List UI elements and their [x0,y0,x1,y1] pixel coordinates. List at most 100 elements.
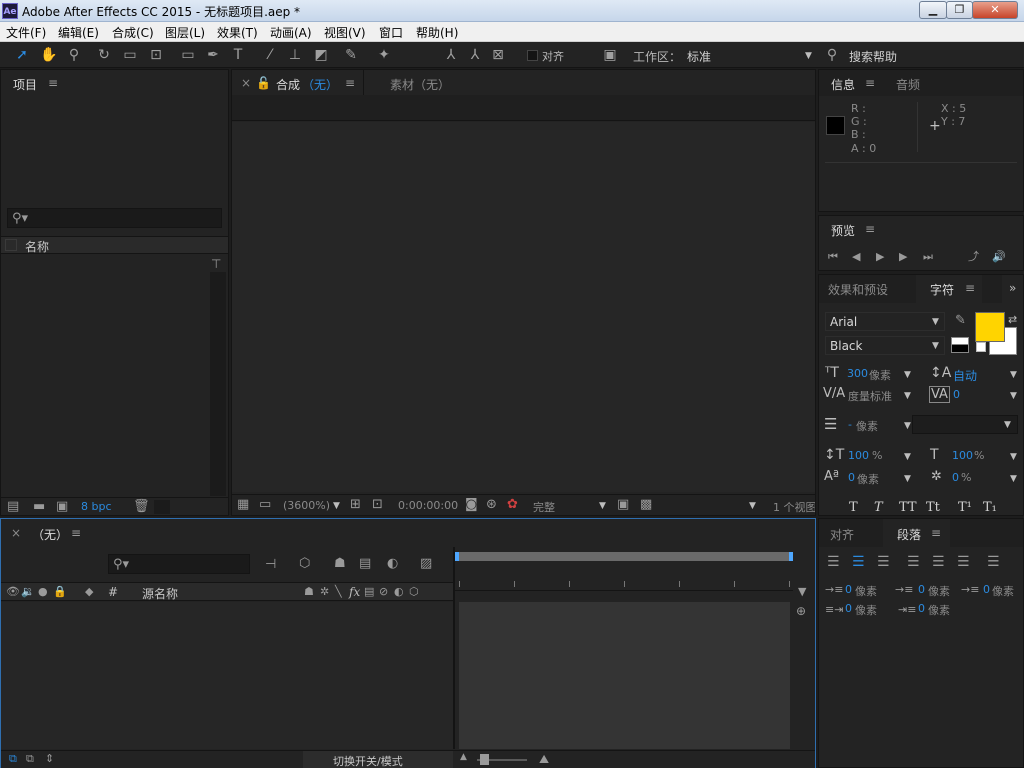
effects-presets-tab[interactable]: 效果和预设 [828,281,888,298]
faux-italic-button[interactable]: T [874,500,883,515]
previous-frame-icon[interactable]: ◀ [852,251,860,262]
menu-animation[interactable]: 动画(A) [270,24,312,41]
menu-view[interactable]: 视图(V) [324,24,366,41]
snapshot-icon[interactable]: ◙ [465,498,478,511]
panel-overflow-icon[interactable]: » [1009,281,1016,295]
font-size-value[interactable]: 300 [847,367,868,380]
timeline-panel-menu-icon[interactable]: ≡ [71,526,81,540]
local-axis-icon[interactable]: ⅄ [443,47,459,63]
flowchart-icon[interactable]: ⊤ [211,258,221,270]
rectangle-tool-icon[interactable]: ▭ [180,47,196,63]
graph-editor-icon[interactable]: ▨ [420,557,432,570]
quality-dropdown[interactable]: 完整 [533,499,555,515]
eraser-tool-icon[interactable]: ◩ [313,47,329,63]
zoom-slider-handle[interactable] [480,754,489,765]
loop-icon[interactable]: ⤴ [968,251,979,262]
comp-panel-menu-icon[interactable]: ≡ [345,76,355,90]
quality-dropdown-icon[interactable]: ▼ [599,501,606,511]
toggle-bar[interactable]: 切换开关/模式 [303,751,453,768]
first-frame-icon[interactable]: ⏮ [828,251,838,262]
draft-3d-icon[interactable]: ⬡ [299,557,310,570]
white-black-swatch[interactable] [951,337,969,353]
project-tab[interactable]: 项目 [13,76,37,93]
comp-button-icon[interactable]: ⊕ [796,605,806,617]
close-button[interactable]: ✕ [972,1,1018,19]
eye-icon[interactable]: 👁 [6,586,20,597]
stroke-width-dropdown-icon[interactable]: ▼ [904,421,911,431]
menu-help[interactable]: 帮助(H) [416,24,458,41]
motion-blur-icon[interactable]: ◐ [387,557,398,570]
justify-last-left-icon[interactable]: ☰ [907,555,920,569]
timeline-track-area[interactable] [459,602,790,749]
monitor-icon[interactable]: ▭ [259,498,271,511]
project-scrollbar[interactable] [210,272,226,496]
puppet-tool-icon[interactable]: ✦ [376,47,392,63]
menu-file[interactable]: 文件(F) [6,24,46,41]
time-ruler[interactable] [455,565,793,591]
footage-tab[interactable]: 素材（无） [390,76,450,93]
safe-zones-icon[interactable]: ⊞ [350,498,361,511]
pan-behind-tool-icon[interactable]: ⊡ [148,47,164,63]
new-composition-icon[interactable]: ▣ [56,500,68,513]
brush-tool-icon[interactable]: ⁄ [262,47,278,63]
clone-stamp-tool-icon[interactable]: ⊥ [287,47,303,63]
zoom-dropdown-icon[interactable]: ▼ [333,501,340,511]
comp-tab-value[interactable]: （无） [302,76,338,93]
kerning-dropdown-icon[interactable]: ▼ [904,391,911,401]
label-tag-icon[interactable]: ◆ [85,586,93,597]
rotate-tool-icon[interactable]: ↻ [96,47,112,63]
stroke-width-value[interactable]: - [848,418,852,431]
tsume-value[interactable]: 0 [952,471,959,484]
faux-bold-button[interactable]: T [849,500,858,515]
tracking-dropdown-icon[interactable]: ▼ [1010,391,1017,401]
indent-left-value[interactable]: 0 [845,583,852,596]
fill-color-swatch[interactable] [975,312,1005,342]
zoom-in-icon[interactable]: ⛰ [539,753,549,765]
baseline-shift-dropdown-icon[interactable]: ▼ [904,474,911,484]
leading-dropdown-icon[interactable]: ▼ [1010,370,1017,380]
workspace-dropdown-icon[interactable]: ▼ [805,51,812,61]
layer-number-header[interactable]: # [108,585,118,599]
stroke-type-dropdown[interactable]: ▼ [912,415,1018,434]
text-tool-icon[interactable]: T [230,47,246,63]
always-preview-icon[interactable]: ▦ [237,498,249,511]
world-axis-icon[interactable]: ⅄ [467,47,483,63]
comp-mini-flowchart-icon[interactable]: ⊣ [265,558,276,571]
current-time-indicator-icon[interactable]: ▼ [798,586,806,597]
project-search-input[interactable]: ⚲▾ [7,208,222,228]
views-dropdown[interactable]: 1 个视图 [773,499,815,515]
timeline-tab[interactable]: （无） [32,526,68,543]
indent-right-value[interactable]: 0 [983,583,990,596]
frame-blending-icon[interactable]: ▤ [359,557,371,570]
layer-switches-icon[interactable]: ⧉ [9,753,17,764]
search-help-input[interactable]: 搜索帮助 [849,48,897,65]
transfer-controls-icon[interactable]: ⧉ [26,753,34,764]
align-left-icon[interactable]: ☰ [827,555,840,569]
source-name-header[interactable]: 源名称 [142,585,178,602]
play-icon[interactable]: ▶ [876,251,884,262]
justify-last-right-icon[interactable]: ☰ [957,555,970,569]
character-panel-menu-icon[interactable]: ≡ [965,281,975,295]
small-caps-button[interactable]: Tt [926,500,940,515]
menu-layer[interactable]: 图层(L) [165,24,205,41]
info-tab[interactable]: 信息 [831,76,855,93]
collapse-icon[interactable]: ✲ [320,586,329,597]
bpc-button[interactable]: 8 bpc [81,500,112,513]
audio-icon[interactable]: 🔉 [21,586,35,597]
solo-icon[interactable]: ● [38,586,48,597]
vertical-scale-value[interactable]: 100 [848,449,869,462]
comp-viewer[interactable] [232,122,815,492]
zoom-tool-icon[interactable]: ⚲ [66,47,82,63]
align-tab[interactable]: 对齐 [830,526,854,543]
subscript-button[interactable]: T₁ [983,500,997,515]
motion-blur-switch-icon[interactable]: ⊘ [379,586,388,597]
leading-value[interactable]: 自动 [953,367,977,384]
label-column-icon[interactable] [5,239,17,251]
maximize-button[interactable]: ❐ [946,1,973,19]
space-after-value[interactable]: 0 [918,602,925,615]
eyedropper-icon[interactable]: ✎ [955,314,966,327]
snap-checkbox[interactable] [527,50,538,61]
menu-edit[interactable]: 编辑(E) [58,24,99,41]
toggle-switches-modes[interactable]: 切换开关/模式 [333,753,403,768]
paragraph-panel-menu-icon[interactable]: ≡ [931,526,941,540]
